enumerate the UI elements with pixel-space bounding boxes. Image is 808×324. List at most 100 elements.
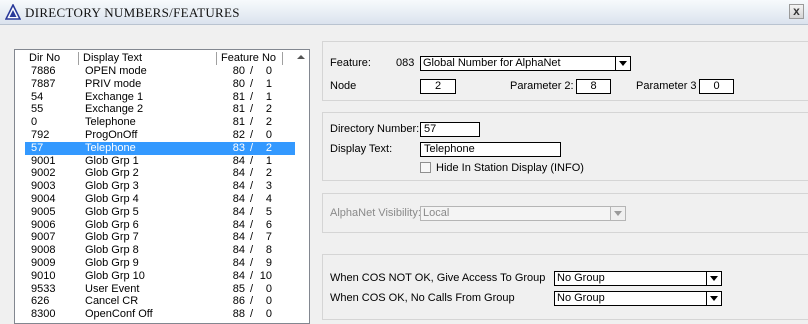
- row-display-text: Telephone: [85, 116, 136, 129]
- chevron-down-icon[interactable]: [610, 207, 625, 220]
- row-feature-sub: 5: [265, 205, 272, 218]
- header-feature-no[interactable]: Feature No: [217, 52, 283, 65]
- list-row[interactable]: 9002 Glob Grp 2 84 / 2: [25, 167, 303, 180]
- parameter-3-input[interactable]: 0: [699, 79, 734, 94]
- list-row[interactable]: 57 Telephone 83 / 2: [25, 141, 303, 155]
- row-feature-no: 84: [232, 154, 245, 167]
- row-display-text: PRIV mode: [85, 77, 142, 90]
- row-display-text: Telephone: [85, 141, 136, 154]
- cos-group: When COS NOT OK, Give Access To Group No…: [322, 254, 808, 320]
- alphanet-visibility-select[interactable]: Local: [420, 206, 626, 221]
- row-dir-no: 54: [31, 90, 44, 103]
- row-feature-no: 81: [232, 90, 245, 103]
- list-row[interactable]: 55 Exchange 2 81 / 2: [25, 103, 303, 116]
- node-input[interactable]: 2: [420, 79, 456, 94]
- row-feature-no: 82: [232, 128, 245, 141]
- row-dir-no: 0: [31, 116, 38, 129]
- row-feature-no: 86: [232, 295, 245, 308]
- row-feature-sub: 2: [265, 103, 272, 116]
- title-bar: DIRECTORY NUMBERS/FEATURES x: [0, 0, 808, 25]
- row-dir-no: 8300: [31, 308, 56, 321]
- chevron-down-icon[interactable]: [706, 292, 721, 305]
- list-body: 7886 OPEN mode 80/0 7887 PRIV mode 80/1 54 Exch…: [25, 65, 303, 321]
- list-row[interactable]: 0 Telephone 81 / 2: [25, 116, 303, 129]
- chevron-down-icon[interactable]: [706, 272, 721, 285]
- row-feature-no: 88: [232, 308, 245, 321]
- parameter-2-input[interactable]: 8: [576, 79, 611, 94]
- row-dir-no: 9003: [31, 180, 56, 193]
- hide-in-station-checkbox[interactable]: [420, 162, 431, 173]
- directory-number-input[interactable]: 57: [420, 122, 480, 137]
- header-dir-no[interactable]: Dir No: [25, 52, 79, 65]
- chevron-down-icon[interactable]: [615, 57, 630, 70]
- row-dir-no: 792: [31, 128, 50, 141]
- hide-in-station-label[interactable]: Hide In Station Display (INFO): [436, 162, 584, 174]
- scroll-up-arrow-icon[interactable]: [297, 55, 305, 59]
- row-feature-no: 81: [232, 116, 245, 129]
- row-separator: /: [250, 180, 254, 193]
- row-dir-no: 9005: [31, 205, 56, 218]
- row-feature-sub: 10: [259, 269, 272, 282]
- directory-group: Directory Number: 57 Display Text: Telep…: [322, 112, 808, 181]
- list-scrollbar[interactable]: [295, 52, 309, 323]
- display-text-label: Display Text:: [330, 143, 393, 155]
- cos-not-ok-select[interactable]: No Group: [554, 271, 722, 286]
- feature-group: Feature: 083 Global Number for AlphaNet …: [322, 41, 808, 101]
- row-dir-no: 9006: [31, 218, 56, 231]
- row-separator: /: [250, 269, 254, 282]
- row-feature-sub: 0: [265, 282, 272, 295]
- cos-ok-select[interactable]: No Group: [554, 291, 722, 306]
- list-row[interactable]: 9003 Glob Grp 3 84 / 3: [25, 180, 303, 193]
- list-row[interactable]: 9006 Glob Grp 6 84 / 6: [25, 219, 303, 232]
- cos-ok-label: When COS OK, No Calls From Group: [330, 292, 515, 304]
- row-display-text: Glob Grp 9: [85, 256, 139, 269]
- row-display-text: Glob Grp 7: [85, 231, 139, 244]
- close-button[interactable]: x: [789, 4, 804, 19]
- row-display-text: Glob Grp 5: [85, 205, 139, 218]
- window-title: DIRECTORY NUMBERS/FEATURES: [25, 5, 240, 20]
- row-feature-sub: 2: [265, 116, 272, 129]
- list-row[interactable]: 9004 Glob Grp 4 84 / 4: [25, 193, 303, 206]
- list-row[interactable]: 8300 OpenConf Off 88 / 0: [25, 308, 303, 321]
- header-display-text[interactable]: Display Text: [79, 52, 217, 65]
- list-row[interactable]: 9008 Glob Grp 8 84 / 8: [25, 244, 303, 257]
- row-display-text: Glob Grp 6: [85, 218, 139, 231]
- row-feature-no: 84: [232, 192, 245, 205]
- list-row[interactable]: 626 Cancel CR 86 / 0: [25, 295, 303, 308]
- row-separator: /: [250, 90, 254, 103]
- parameter-2-label: Parameter 2:: [510, 80, 574, 92]
- row-separator: /: [250, 141, 254, 154]
- row-feature-sub: 7: [265, 231, 272, 244]
- list-row[interactable]: 9005 Glob Grp 5 84 / 5: [25, 206, 303, 219]
- row-separator: /: [250, 167, 254, 180]
- row-display-text: Glob Grp 10: [85, 269, 145, 282]
- row-separator: /: [250, 282, 254, 295]
- row-feature-no: 80: [232, 65, 245, 77]
- list-row[interactable]: 9007 Glob Grp 7 84 / 7: [25, 231, 303, 244]
- feature-select[interactable]: Global Number for AlphaNet: [420, 56, 631, 71]
- row-display-text: Glob Grp 4: [85, 192, 139, 205]
- row-display-text: OpenConf Off: [85, 308, 153, 321]
- row-feature-sub: 2: [265, 167, 272, 180]
- row-dir-no: 9008: [31, 244, 56, 257]
- list-row[interactable]: 54 Exchange 1 81 / 1: [25, 91, 303, 104]
- list-row[interactable]: 7886 OPEN mode 80 / 0: [25, 65, 303, 78]
- directory-list[interactable]: Dir No Display Text Feature No 7886 OPEN …: [14, 49, 310, 324]
- dialog-content: Dir No Display Text Feature No 7886 OPEN …: [0, 25, 808, 324]
- list-row[interactable]: 9010 Glob Grp 10 84 / 10: [25, 270, 303, 283]
- list-row[interactable]: 792 ProgOnOff 82 / 0: [25, 129, 303, 142]
- list-row[interactable]: 9009 Glob Grp 9 84 / 9: [25, 257, 303, 270]
- row-dir-no: 7886: [31, 65, 56, 77]
- row-feature-no: 84: [232, 256, 245, 269]
- list-row[interactable]: 9533 User Event 85 / 0: [25, 283, 303, 296]
- row-feature-no: 84: [232, 231, 245, 244]
- row-feature-no: 84: [232, 269, 245, 282]
- row-feature-sub: 0: [265, 295, 272, 308]
- display-text-input[interactable]: Telephone: [420, 142, 561, 157]
- list-row[interactable]: 9001 Glob Grp 1 84 / 1: [25, 155, 303, 168]
- row-dir-no: 9009: [31, 256, 56, 269]
- list-row[interactable]: 7887 PRIV mode 80 / 1: [25, 78, 303, 91]
- cos-not-ok-label: When COS NOT OK, Give Access To Group: [330, 272, 546, 284]
- row-display-text: User Event: [85, 282, 140, 295]
- row-dir-no: 7887: [31, 77, 56, 90]
